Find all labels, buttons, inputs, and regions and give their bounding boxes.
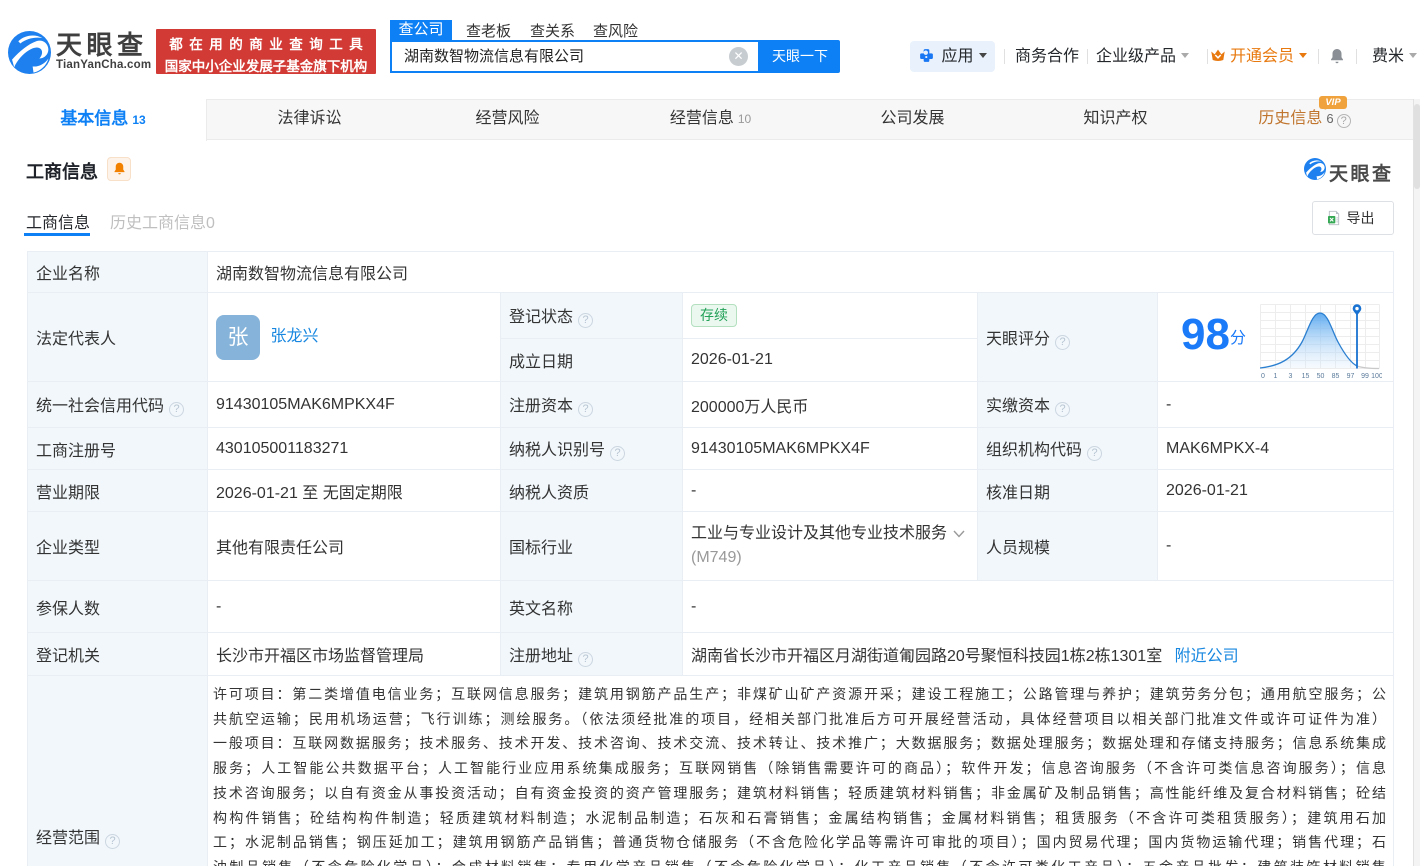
svg-text:0: 0 bbox=[1261, 373, 1265, 380]
svg-text:99: 99 bbox=[1361, 373, 1369, 380]
svg-text:1: 1 bbox=[1274, 373, 1278, 380]
svg-text:50: 50 bbox=[1317, 373, 1325, 380]
svg-text:100: 100 bbox=[1371, 373, 1382, 380]
svg-text:97: 97 bbox=[1347, 373, 1355, 380]
svg-text:3: 3 bbox=[1289, 373, 1293, 380]
svg-text:85: 85 bbox=[1332, 373, 1340, 380]
svg-text:15: 15 bbox=[1302, 373, 1310, 380]
